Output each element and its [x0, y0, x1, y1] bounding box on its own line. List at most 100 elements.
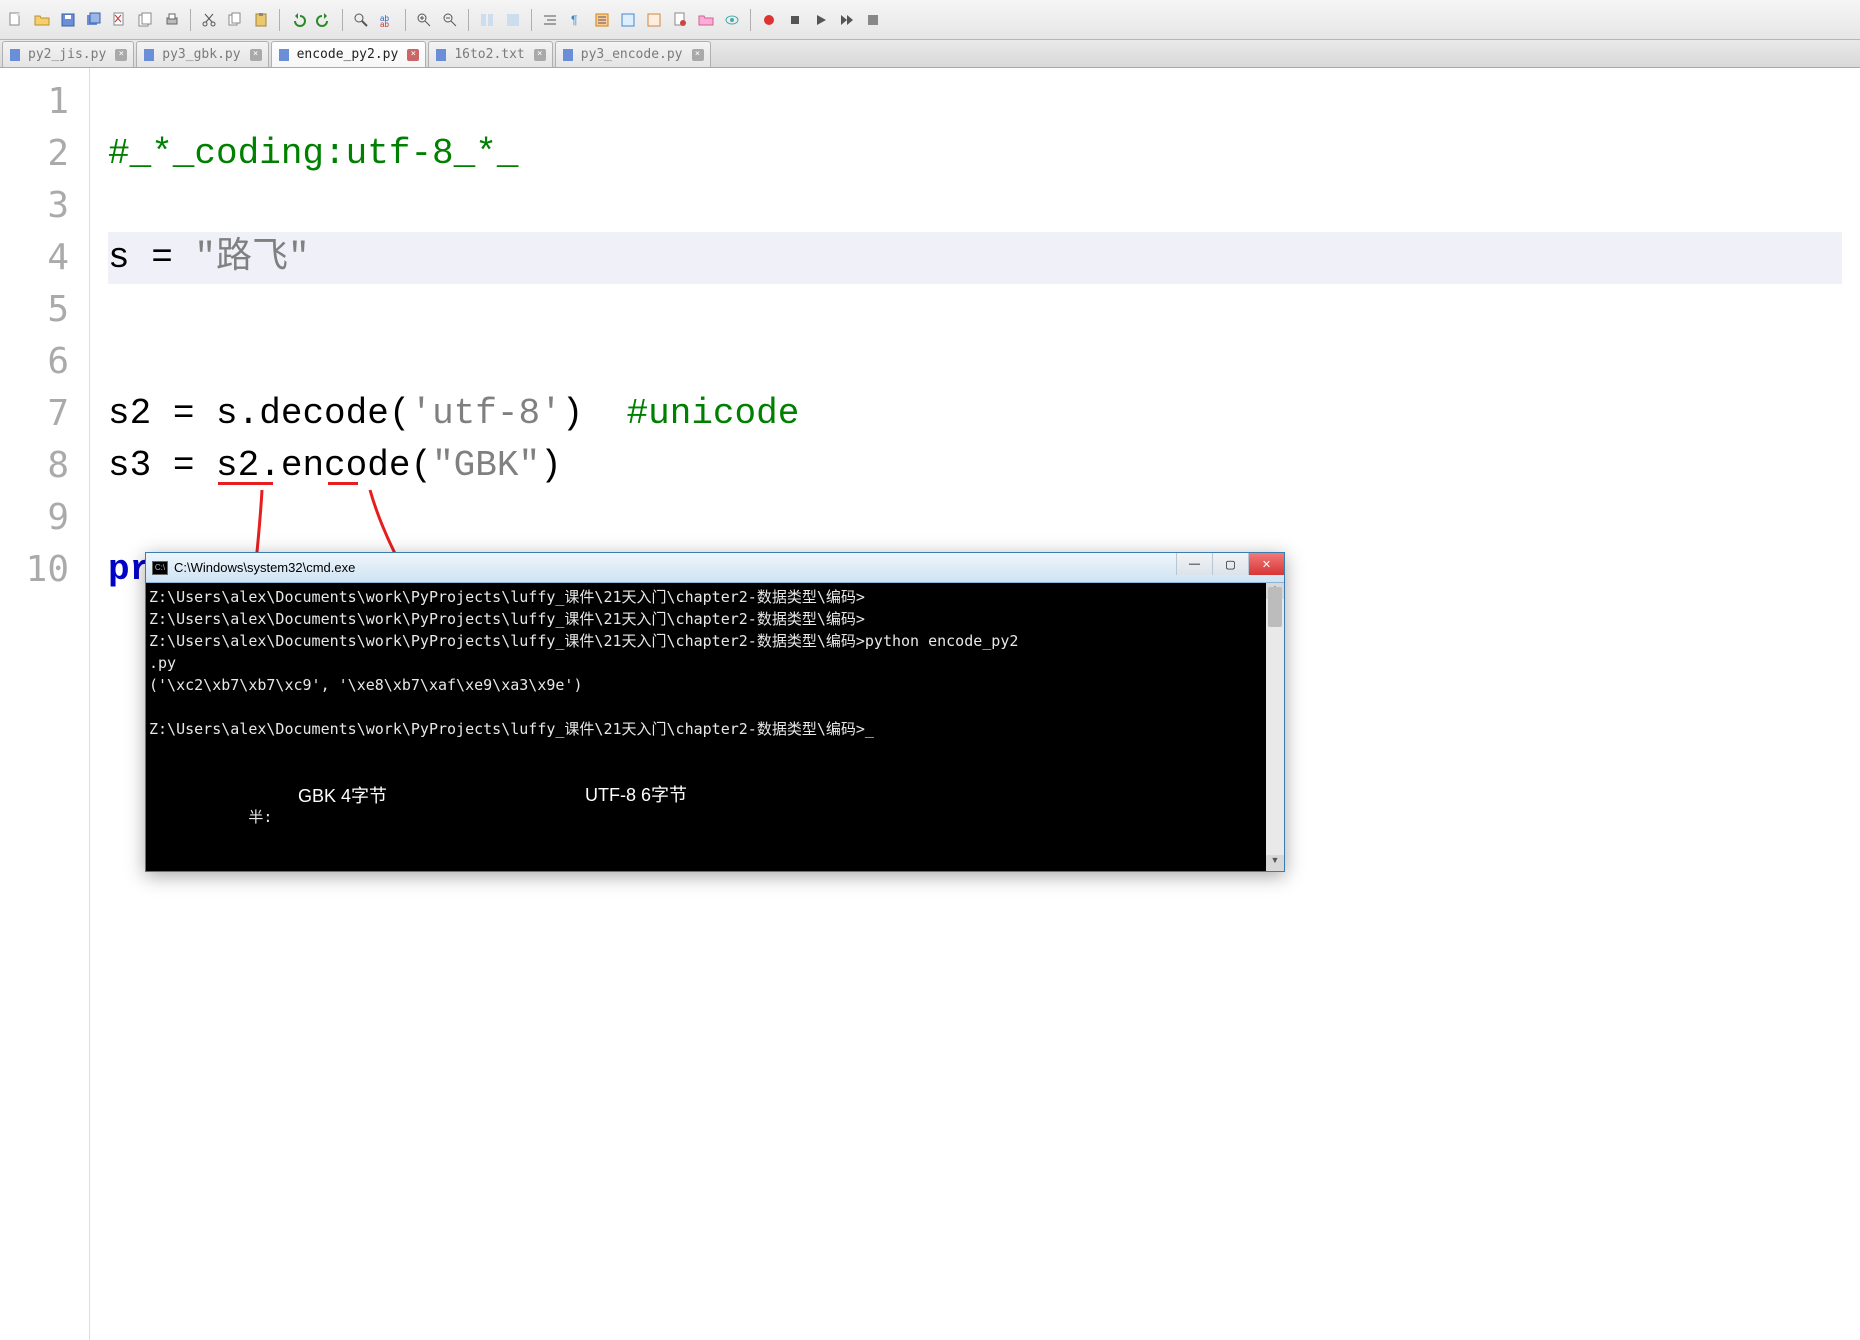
tab-py3-encode[interactable]: py3_encode.py ×	[555, 41, 711, 67]
close-icon[interactable]: ×	[407, 49, 419, 61]
code-op: =	[173, 445, 195, 486]
lineno: 8	[0, 440, 89, 492]
tab-label: py2_jis.py	[28, 47, 106, 62]
tab-encode-py2[interactable]: encode_py2.py ×	[271, 41, 427, 67]
anno-underline-s	[328, 482, 358, 485]
terminal-titlebar[interactable]: C:\ C:\Windows\system32\cmd.exe — ▢ ✕	[146, 553, 1284, 583]
save-button[interactable]	[56, 8, 80, 32]
lineno: 7	[0, 388, 89, 440]
terminal-scrollbar[interactable]: ▲ ▼	[1266, 583, 1284, 871]
anno-label-utf8: UTF-8 6字节	[585, 781, 687, 807]
code-paren: )	[540, 445, 562, 486]
lineno: 1	[0, 76, 89, 128]
scroll-down-icon[interactable]: ▼	[1266, 855, 1284, 871]
maximize-button[interactable]: ▢	[1212, 553, 1248, 575]
line-gutter: 1 2 3 4 5 6 7 8 9 10	[0, 68, 90, 1340]
cmd-icon: C:\	[152, 561, 168, 575]
code-string: 'utf-8'	[410, 393, 561, 434]
tab-py3-gbk[interactable]: py3_gbk.py ×	[136, 41, 268, 67]
svg-text:ab: ab	[380, 20, 389, 28]
lineno: 9	[0, 492, 89, 544]
tab-label: py3_encode.py	[581, 47, 683, 62]
file-icon	[435, 48, 449, 62]
replace-button[interactable]: abab	[375, 8, 399, 32]
editor-tab-bar: py2_jis.py × py3_gbk.py × encode_py2.py …	[0, 40, 1860, 68]
code-call: s.decode(	[194, 393, 410, 434]
close-button[interactable]: ✕	[1248, 553, 1284, 575]
code-var: s3	[108, 445, 173, 486]
lineno: 4	[0, 232, 89, 284]
find-button[interactable]	[349, 8, 373, 32]
term-line: Z:\Users\alex\Documents\work\PyProjects\…	[149, 610, 865, 628]
undo-button[interactable]	[286, 8, 310, 32]
file-icon	[143, 48, 157, 62]
stop-record-button[interactable]	[861, 8, 885, 32]
show-ws-button[interactable]: ¶	[564, 8, 588, 32]
cut-button[interactable]	[197, 8, 221, 32]
indent-button[interactable]	[538, 8, 562, 32]
file-icon	[562, 48, 576, 62]
term-line: Z:\Users\alex\Documents\work\PyProjects\…	[149, 588, 865, 606]
term-line: Z:\Users\alex\Documents\work\PyProjects\…	[149, 720, 874, 738]
code-op: =	[151, 237, 173, 278]
tab-py2-jis[interactable]: py2_jis.py ×	[2, 41, 134, 67]
fold-button[interactable]	[616, 8, 640, 32]
file-icon	[278, 48, 292, 62]
monitor-button[interactable]	[720, 8, 744, 32]
tab-label: 16to2.txt	[454, 47, 524, 62]
minimize-button[interactable]: —	[1176, 553, 1212, 575]
open-folder-button[interactable]	[30, 8, 54, 32]
wrap-button[interactable]	[501, 8, 525, 32]
print-button[interactable]	[160, 8, 184, 32]
code-op: =	[173, 393, 195, 434]
lineno: 2	[0, 128, 89, 180]
paste-button[interactable]	[249, 8, 273, 32]
lineno: 3	[0, 180, 89, 232]
function-list-button[interactable]	[590, 8, 614, 32]
doc-button[interactable]	[668, 8, 692, 32]
close-icon[interactable]: ×	[534, 49, 546, 61]
file-icon	[9, 48, 23, 62]
redo-button[interactable]	[312, 8, 336, 32]
lineno: 10	[0, 544, 89, 596]
copy-button[interactable]	[223, 8, 247, 32]
code-paren: )	[562, 393, 584, 434]
tab-16to2[interactable]: 16to2.txt ×	[428, 41, 552, 67]
fastfwd-button[interactable]	[835, 8, 859, 32]
sync-button[interactable]	[475, 8, 499, 32]
scroll-thumb[interactable]	[1268, 587, 1282, 627]
new-file-button[interactable]	[4, 8, 28, 32]
save-all-button[interactable]	[82, 8, 106, 32]
code-string: "GBK"	[432, 445, 540, 486]
code-string: "路飞"	[173, 237, 310, 278]
code-comment: #_*_coding:utf-8_*_	[108, 133, 518, 174]
anno-label-gbk: GBK 4字节	[298, 782, 387, 808]
lineno: 6	[0, 336, 89, 388]
term-line: ('\xc2\xb7\xb7\xc9', '\xe8\xb7\xaf\xe9\x…	[149, 676, 582, 694]
term-line: .py	[149, 654, 176, 672]
folder-icon-button[interactable]	[694, 8, 718, 32]
record-button[interactable]	[757, 8, 781, 32]
close-all-button[interactable]	[134, 8, 158, 32]
close-icon[interactable]: ×	[115, 49, 127, 61]
terminal-window[interactable]: C:\ C:\Windows\system32\cmd.exe — ▢ ✕ Z:…	[145, 552, 1285, 872]
zoom-in-button[interactable]	[412, 8, 436, 32]
stop-button[interactable]	[783, 8, 807, 32]
unfold-button[interactable]	[642, 8, 666, 32]
code-var: s2	[108, 393, 173, 434]
play-button[interactable]	[809, 8, 833, 32]
term-line: 半:	[149, 808, 272, 826]
terminal-body[interactable]: Z:\Users\alex\Documents\work\PyProjects\…	[146, 583, 1266, 871]
anno-underline-s3	[218, 482, 273, 485]
close-file-button[interactable]	[108, 8, 132, 32]
main-toolbar: abab ¶	[0, 0, 1860, 40]
terminal-title: C:\Windows\system32\cmd.exe	[174, 560, 355, 575]
tab-label: encode_py2.py	[297, 47, 399, 62]
zoom-out-button[interactable]	[438, 8, 462, 32]
close-icon[interactable]: ×	[692, 49, 704, 61]
lineno: 5	[0, 284, 89, 336]
code-comment: #unicode	[583, 393, 799, 434]
code-var: s	[108, 237, 151, 278]
term-line: Z:\Users\alex\Documents\work\PyProjects\…	[149, 632, 1018, 650]
close-icon[interactable]: ×	[250, 49, 262, 61]
